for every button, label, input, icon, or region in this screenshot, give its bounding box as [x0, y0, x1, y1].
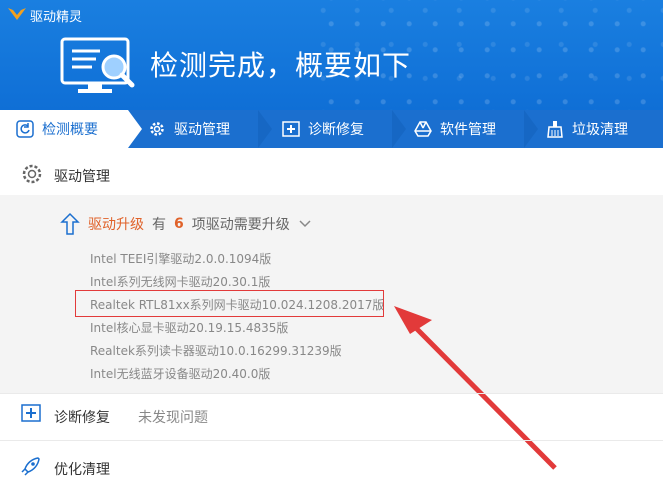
tab-label: 驱动管理: [174, 122, 230, 138]
monitor-scan-icon: [60, 37, 135, 93]
app-header: 驱动精灵 检测完成，概要如下: [0, 0, 663, 110]
tab-junk-clean[interactable]: 垃圾清理: [546, 110, 628, 148]
app-title: 驱动精灵: [30, 10, 83, 25]
list-item[interactable]: Realtek系列读卡器驱动10.0.16299.31239版: [90, 340, 384, 363]
tab-scan-summary[interactable]: 检测概要: [0, 110, 128, 148]
rocket-icon: [21, 457, 40, 476]
optimize-title[interactable]: 优化清理: [54, 459, 110, 479]
section-divider: [0, 440, 663, 441]
tab-label: 垃圾清理: [572, 122, 628, 138]
driver-upgrade-summary[interactable]: 驱动升级 有 6 项驱动需要升级: [60, 212, 312, 236]
list-item[interactable]: Intel核心显卡驱动20.19.15.4835版: [90, 317, 384, 340]
app-logo-icon: [8, 8, 26, 20]
upgrade-prefix: 有: [152, 217, 166, 233]
main-tabs: 检测概要 驱动管理 诊断修复 软件管理 垃圾清理: [0, 110, 663, 148]
upgrade-arrow-icon: [60, 212, 80, 235]
diagnose-status: 未发现问题: [138, 410, 208, 426]
section-divider: [0, 393, 663, 394]
medkit-icon: [282, 120, 300, 138]
tab-diagnose-repair[interactable]: 诊断修复: [282, 110, 364, 148]
drive-icon: [414, 120, 432, 138]
tab-separator: [128, 110, 142, 148]
tab-label: 软件管理: [440, 122, 496, 138]
driver-gear-icon: [22, 164, 42, 184]
tab-label: 检测概要: [42, 122, 98, 138]
tab-software-manage[interactable]: 软件管理: [414, 110, 496, 148]
upgrade-label: 驱动升级: [88, 217, 144, 233]
annotation-arrow: [394, 306, 557, 470]
diagnose-title[interactable]: 诊断修复: [54, 407, 110, 427]
tab-separator: [392, 110, 406, 148]
driver-section-title[interactable]: 驱动管理: [54, 166, 110, 186]
tab-separator: [524, 110, 538, 148]
tab-label: 诊断修复: [308, 122, 364, 138]
tab-driver-manage[interactable]: 驱动管理: [148, 110, 230, 148]
page-headline: 检测完成，概要如下: [150, 49, 412, 82]
list-item[interactable]: Intel无线蓝牙设备驱动20.40.0版: [90, 363, 384, 386]
refresh-icon: [16, 120, 34, 138]
list-item[interactable]: Intel TEEI引擎驱动2.0.0.1094版: [90, 248, 384, 271]
chevron-down-icon[interactable]: [298, 219, 312, 229]
upgrade-count: 6: [174, 216, 184, 232]
gear-icon: [148, 120, 166, 138]
driver-upgrade-list: Intel TEEI引擎驱动2.0.0.1094版 Intel系列无线网卡驱动2…: [90, 248, 384, 386]
broom-icon: [546, 120, 564, 138]
tab-separator: [258, 110, 272, 148]
upgrade-suffix: 项驱动需要升级: [191, 217, 290, 233]
diagnose-medkit-icon: [21, 404, 41, 422]
highlight-box: [75, 290, 384, 317]
